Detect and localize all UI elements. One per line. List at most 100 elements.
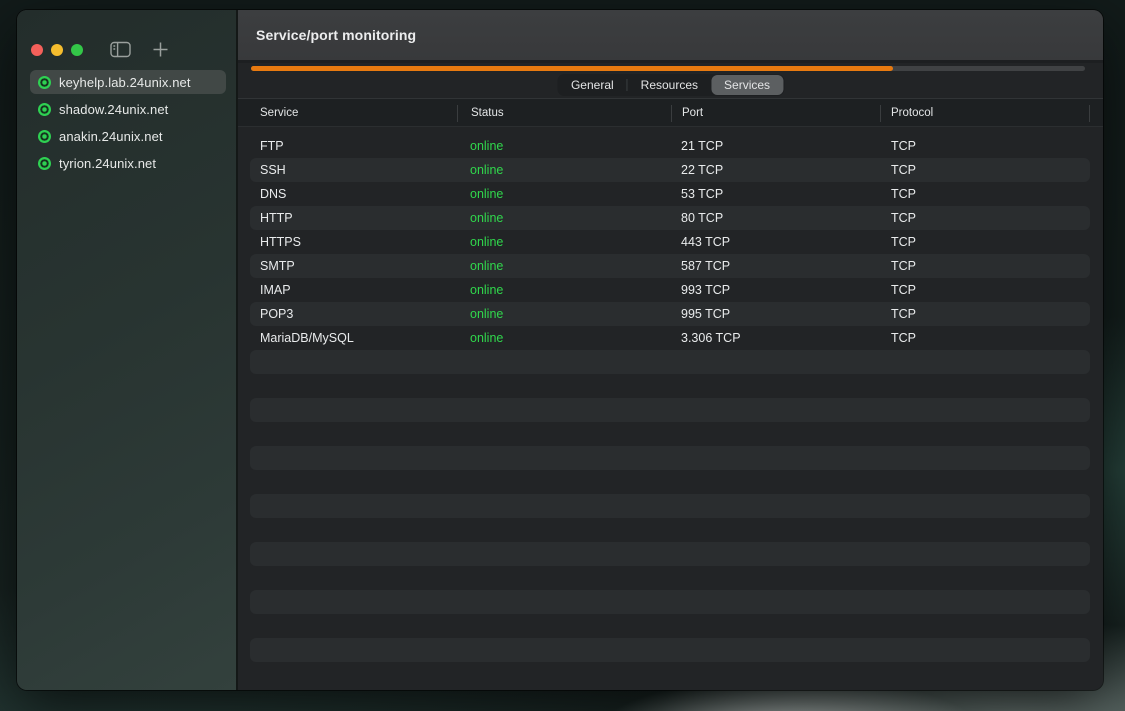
empty-row	[250, 614, 1090, 638]
table-row[interactable]: DNS online 53 TCP TCP	[250, 182, 1090, 206]
cell-service: FTP	[260, 134, 284, 158]
main-panel: Service/port monitoring GeneralResources…	[238, 10, 1103, 690]
app-window: keyhelp.lab.24unix.net shadow.24unix.net a…	[17, 10, 1103, 690]
cell-status: online	[470, 278, 503, 302]
view-tabs: GeneralResourcesServices	[557, 74, 784, 96]
table-row[interactable]: SMTP online 587 TCP TCP	[250, 254, 1090, 278]
tab-resources[interactable]: Resources	[628, 75, 711, 95]
online-status-icon	[38, 130, 51, 143]
empty-row	[250, 638, 1090, 662]
sidebar-item-shadow[interactable]: shadow.24unix.net	[30, 97, 226, 121]
column-header-service[interactable]: Service	[260, 99, 298, 127]
add-server-button[interactable]	[148, 39, 172, 59]
sidebar-item-anakin[interactable]: anakin.24unix.net	[30, 124, 226, 148]
table-row[interactable]: SSH online 22 TCP TCP	[250, 158, 1090, 182]
cell-port: 3.306 TCP	[681, 326, 741, 350]
server-label: shadow.24unix.net	[59, 102, 168, 117]
cell-port: 21 TCP	[681, 134, 723, 158]
cell-service: DNS	[260, 182, 286, 206]
empty-row	[250, 518, 1090, 542]
cell-protocol: TCP	[891, 254, 916, 278]
server-label: keyhelp.lab.24unix.net	[59, 75, 191, 90]
empty-row	[250, 470, 1090, 494]
cell-protocol: TCP	[891, 278, 916, 302]
title-bar: Service/port monitoring	[238, 10, 1103, 63]
cell-status: online	[470, 230, 503, 254]
progress-bar-fill	[251, 66, 893, 71]
column-separator	[671, 105, 672, 122]
server-list: keyhelp.lab.24unix.net shadow.24unix.net a…	[30, 70, 226, 178]
cell-protocol: TCP	[891, 230, 916, 254]
cell-port: 995 TCP	[681, 302, 730, 326]
table-row[interactable]: IMAP online 993 TCP TCP	[250, 278, 1090, 302]
cell-protocol: TCP	[891, 158, 916, 182]
cell-protocol: TCP	[891, 302, 916, 326]
cell-port: 80 TCP	[681, 206, 723, 230]
column-separator	[1089, 105, 1090, 122]
column-separator	[880, 105, 881, 122]
sidebar-toggle-icon	[110, 41, 131, 58]
online-status-icon	[38, 157, 51, 170]
table-row[interactable]: FTP online 21 TCP TCP	[250, 134, 1090, 158]
cell-status: online	[470, 254, 503, 278]
column-header-status[interactable]: Status	[471, 99, 504, 127]
sidebar-item-tyrion[interactable]: tyrion.24unix.net	[30, 151, 226, 175]
toggle-sidebar-button[interactable]	[108, 39, 132, 59]
cell-status: online	[470, 134, 503, 158]
empty-row	[250, 374, 1090, 398]
minimize-button[interactable]	[51, 44, 63, 56]
table-row[interactable]: POP3 online 995 TCP TCP	[250, 302, 1090, 326]
sidebar-item-keyhelp[interactable]: keyhelp.lab.24unix.net	[30, 70, 226, 94]
empty-row	[250, 446, 1090, 470]
cell-port: 993 TCP	[681, 278, 730, 302]
cell-status: online	[470, 326, 503, 350]
column-header-port[interactable]: Port	[682, 99, 703, 127]
empty-row	[250, 494, 1090, 518]
cell-status: online	[470, 302, 503, 326]
close-button[interactable]	[31, 44, 43, 56]
cell-port: 22 TCP	[681, 158, 723, 182]
table-row[interactable]: HTTP online 80 TCP TCP	[250, 206, 1090, 230]
empty-row	[250, 566, 1090, 590]
online-status-icon	[38, 103, 51, 116]
tab-services[interactable]: Services	[711, 75, 783, 95]
cell-service: SMTP	[260, 254, 295, 278]
cell-protocol: TCP	[891, 134, 916, 158]
column-header-protocol[interactable]: Protocol	[891, 99, 933, 127]
service-table: FTP online 21 TCP TCP SSH online 22 TCP TCP DNS o…	[250, 134, 1090, 690]
cell-protocol: TCP	[891, 326, 916, 350]
empty-row	[250, 398, 1090, 422]
table-row[interactable]: MariaDB/MySQL online 3.306 TCP TCP	[250, 326, 1090, 350]
tab-general[interactable]: General	[558, 75, 627, 95]
cell-port: 53 TCP	[681, 182, 723, 206]
cell-protocol: TCP	[891, 182, 916, 206]
cell-service: IMAP	[260, 278, 291, 302]
empty-row	[250, 662, 1090, 686]
cell-service: SSH	[260, 158, 286, 182]
empty-row	[250, 590, 1090, 614]
column-separator	[457, 105, 458, 122]
cell-protocol: TCP	[891, 206, 916, 230]
server-label: tyrion.24unix.net	[59, 156, 156, 171]
cell-service: POP3	[260, 302, 293, 326]
cell-status: online	[470, 182, 503, 206]
table-row[interactable]: HTTPS online 443 TCP TCP	[250, 230, 1090, 254]
cell-port: 443 TCP	[681, 230, 730, 254]
plus-icon	[152, 41, 169, 58]
empty-row	[250, 542, 1090, 566]
cell-port: 587 TCP	[681, 254, 730, 278]
zoom-button[interactable]	[71, 44, 83, 56]
empty-row	[250, 350, 1090, 374]
online-status-icon	[38, 76, 51, 89]
cell-status: online	[470, 158, 503, 182]
cell-service: HTTP	[260, 206, 293, 230]
page-title: Service/port monitoring	[256, 27, 416, 43]
traffic-lights	[31, 44, 83, 56]
empty-row	[250, 422, 1090, 446]
server-label: anakin.24unix.net	[59, 129, 163, 144]
cell-status: online	[470, 206, 503, 230]
sidebar: keyhelp.lab.24unix.net shadow.24unix.net a…	[17, 10, 238, 690]
desktop: { "window": { "title": "Service/port mon…	[0, 0, 1125, 711]
cell-service: HTTPS	[260, 230, 301, 254]
cell-service: MariaDB/MySQL	[260, 326, 354, 350]
